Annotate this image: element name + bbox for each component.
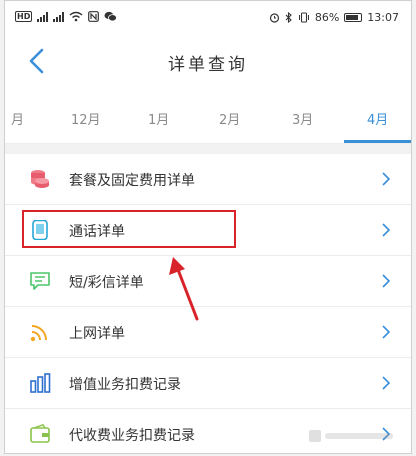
list-item-label: 上网详单: [69, 326, 125, 342]
battery-percent: 86%: [314, 11, 340, 24]
chevron-right-icon: [382, 274, 391, 288]
list-item-label: 套餐及固定费用详单: [69, 173, 195, 189]
clock: 13:07: [367, 11, 399, 24]
wallet-icon: [30, 424, 50, 443]
vibrate-icon: [298, 12, 309, 23]
watermark-logo: [309, 430, 393, 442]
red-arrow-annotation: [169, 257, 199, 321]
status-bar: HD 86% 13:07: [5, 1, 411, 35]
chevron-right-icon: [382, 223, 391, 237]
month-tabs: 月 12月 1月 2月 3月 4月: [5, 97, 411, 144]
signal-icon-2: [53, 11, 65, 22]
section-divider: [5, 144, 411, 154]
tab-month-2[interactable]: 2月: [219, 109, 240, 128]
bar-chart-icon: [30, 373, 51, 393]
wechat-icon: [104, 11, 118, 22]
app-screen: HD 86% 13:07 详单查询 月 12月 1月 2月 3月 4月 套餐及固…: [4, 0, 412, 454]
list-item-package-fees[interactable]: 套餐及固定费用详单: [5, 154, 411, 205]
nfc-icon: [88, 11, 100, 22]
tab-month-1[interactable]: 1月: [148, 109, 169, 128]
tab-month-4[interactable]: 4月: [367, 109, 388, 128]
nav-header: 详单查询: [5, 35, 411, 87]
tab-month-3[interactable]: 3月: [292, 109, 313, 128]
list-item-label: 短/彩信详单: [69, 275, 144, 291]
chevron-right-icon: [382, 376, 391, 390]
list-item-label: 增值业务扣费记录: [69, 377, 181, 393]
hd-badge: HD: [15, 11, 33, 22]
alarm-icon: [269, 13, 279, 23]
highlight-box: [22, 210, 236, 248]
active-tab-indicator: [344, 140, 411, 143]
chevron-right-icon: [382, 325, 391, 339]
signal-icon: [37, 11, 49, 22]
wifi-status-icon: [69, 11, 83, 22]
battery-icon: [344, 13, 363, 22]
coins-icon: [31, 170, 49, 188]
list-item-value-added-charges[interactable]: 增值业务扣费记录: [5, 358, 411, 409]
chevron-right-icon: [382, 172, 391, 186]
message-icon: [30, 272, 50, 290]
tab-month-12[interactable]: 12月: [71, 109, 101, 128]
bluetooth-icon: [285, 12, 292, 23]
list-item-label: 代收费业务扣费记录: [69, 428, 195, 444]
wifi-signal-icon: [30, 325, 47, 342]
page-title: 详单查询: [168, 55, 248, 75]
tab-month-partial[interactable]: 月: [11, 109, 24, 128]
